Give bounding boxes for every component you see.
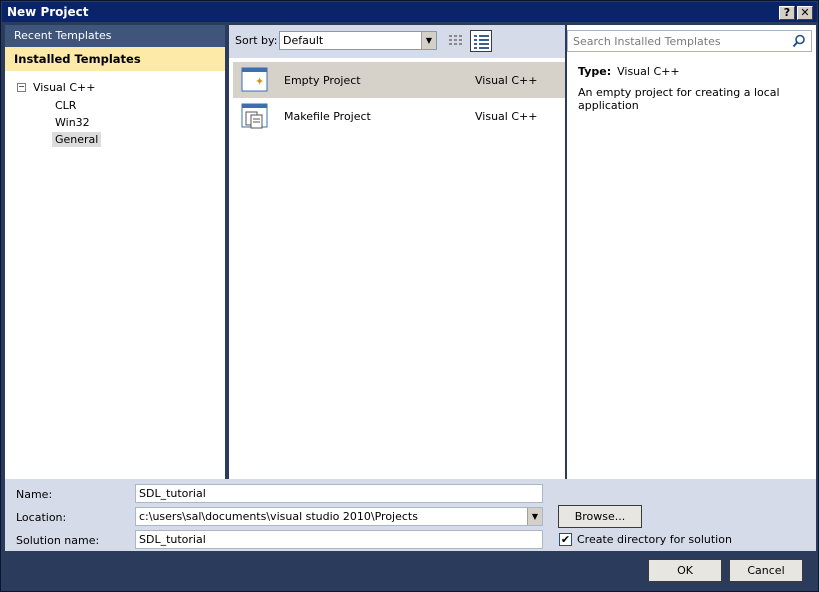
- template-name: Empty Project: [284, 74, 361, 87]
- name-label: Name:: [16, 488, 53, 501]
- tree-node-clr[interactable]: CLR: [52, 98, 79, 113]
- svg-text:✦: ✦: [255, 75, 264, 88]
- name-field[interactable]: SDL_tutorial: [135, 484, 543, 503]
- location-value: c:\users\sal\documents\visual studio 201…: [139, 510, 418, 523]
- sort-by-dropdown[interactable]: Default ▼: [279, 31, 437, 50]
- type-label: Type:: [578, 65, 612, 78]
- template-categories-pane: Recent Templates Installed Templates − V…: [5, 25, 225, 479]
- type-value: Visual C++: [617, 65, 680, 78]
- recent-templates-item[interactable]: Recent Templates: [5, 25, 225, 47]
- sort-by-value: Default: [283, 34, 324, 47]
- close-button[interactable]: ✕: [797, 6, 813, 20]
- templates-list-pane: Sort by: Default ▼ ✦ Empty Project Visua…: [229, 25, 565, 479]
- medium-icons-view-button[interactable]: [470, 30, 492, 52]
- template-empty-project[interactable]: ✦ Empty Project Visual C++: [233, 62, 565, 98]
- search-icon[interactable]: [792, 34, 806, 51]
- templates-toolbar: Sort by: Default ▼: [229, 25, 565, 58]
- tree-label-visual-cpp[interactable]: Visual C++: [33, 81, 95, 94]
- template-name: Makefile Project: [284, 110, 371, 123]
- collapse-icon[interactable]: −: [17, 83, 26, 92]
- sort-by-label: Sort by:: [235, 34, 278, 47]
- tree-node-win32[interactable]: Win32: [52, 115, 93, 130]
- template-language: Visual C++: [475, 74, 538, 87]
- location-dropdown-arrow-icon[interactable]: ▼: [527, 508, 542, 525]
- small-icons-icon: [449, 35, 462, 45]
- location-label: Location:: [16, 511, 67, 524]
- empty-project-icon: ✦: [241, 66, 269, 94]
- name-value: SDL_tutorial: [139, 487, 206, 500]
- template-type: Type: Visual C++: [578, 65, 680, 78]
- solution-name-label: Solution name:: [16, 534, 100, 547]
- search-templates-input[interactable]: Search Installed Templates: [567, 30, 812, 52]
- create-directory-label[interactable]: Create directory for solution: [577, 533, 732, 546]
- makefile-project-icon: [241, 102, 269, 130]
- installed-templates-item[interactable]: Installed Templates: [5, 47, 225, 71]
- dropdown-arrow-icon[interactable]: ▼: [421, 32, 436, 49]
- small-icons-view-button[interactable]: [444, 30, 466, 52]
- search-placeholder: Search Installed Templates: [573, 35, 721, 48]
- list-view-icon: [474, 35, 489, 49]
- ok-button[interactable]: OK: [648, 559, 722, 582]
- templates-list: ✦ Empty Project Visual C++ Makefile Proj…: [233, 62, 565, 134]
- dialog-title: New Project: [7, 5, 89, 19]
- cancel-button[interactable]: Cancel: [729, 559, 803, 582]
- template-makefile-project[interactable]: Makefile Project Visual C++: [233, 98, 565, 134]
- solution-name-field[interactable]: SDL_tutorial: [135, 530, 543, 549]
- template-language: Visual C++: [475, 110, 538, 123]
- tree-node-general[interactable]: General: [52, 132, 102, 147]
- dialog-footer: OK Cancel: [5, 551, 816, 589]
- new-project-dialog: New Project ? ✕ Recent Templates Install…: [0, 0, 819, 592]
- location-field[interactable]: c:\users\sal\documents\visual studio 201…: [135, 507, 543, 526]
- template-description: An empty project for creating a local ap…: [578, 86, 780, 112]
- title-bar: New Project ? ✕: [2, 2, 817, 22]
- project-form: Name: SDL_tutorial Location: c:\users\sa…: [5, 479, 816, 551]
- create-directory-checkbox[interactable]: ✔: [559, 533, 572, 546]
- help-button[interactable]: ?: [779, 6, 795, 20]
- template-details-pane: Search Installed Templates Type: Visual C…: [567, 25, 816, 479]
- solution-name-value: SDL_tutorial: [139, 533, 206, 546]
- browse-button[interactable]: Browse...: [558, 505, 642, 528]
